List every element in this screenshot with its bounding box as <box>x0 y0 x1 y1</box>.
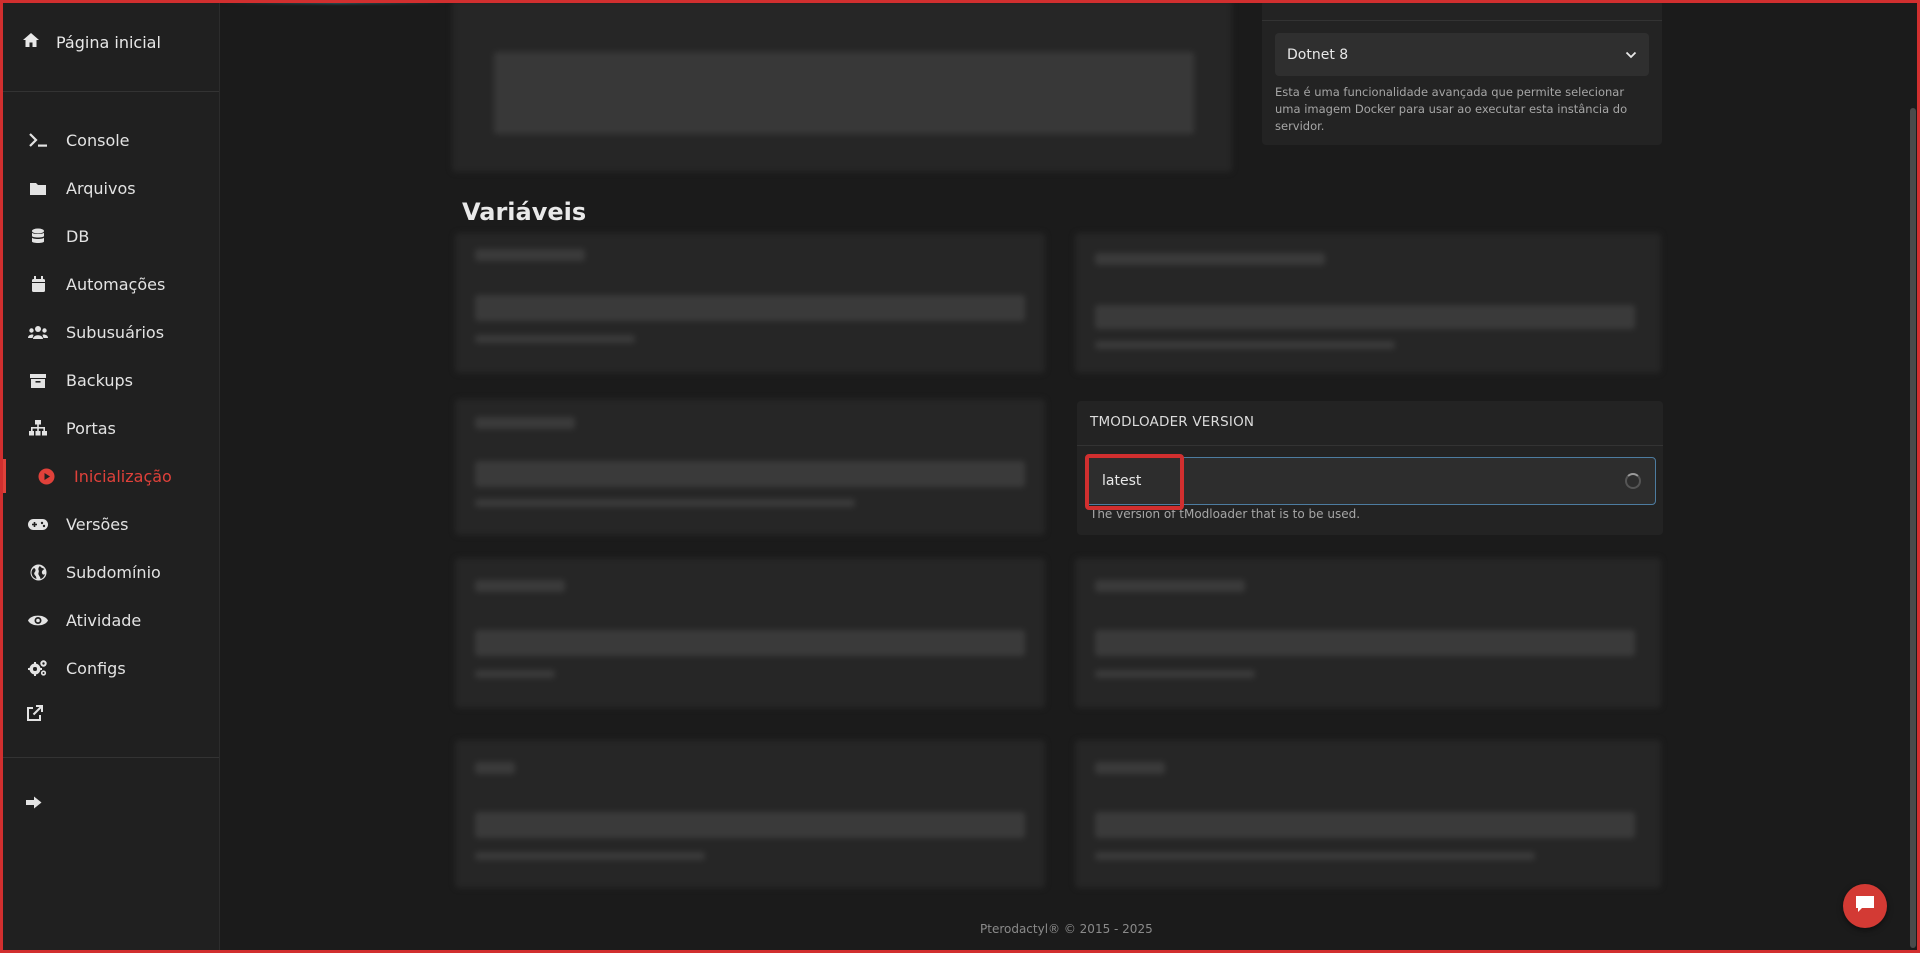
calendar-icon <box>28 274 48 294</box>
blurred-accent <box>222 0 452 4</box>
sidebar-item-backups[interactable]: Backups <box>3 363 219 397</box>
blurred-panel <box>455 558 1045 708</box>
sidebar-item-label: Backups <box>66 370 133 390</box>
sidebar-item-label: Configs <box>66 658 126 678</box>
external-link-icon[interactable] <box>24 703 44 723</box>
highlight-box <box>1085 454 1184 510</box>
sidebar-item-automacoes[interactable]: Automações <box>3 267 219 301</box>
users-icon <box>28 322 48 342</box>
sidebar-item-atividade[interactable]: Atividade <box>3 603 219 637</box>
blurred-panel <box>1075 740 1661 888</box>
globe-icon <box>28 562 48 582</box>
divider <box>1077 445 1663 446</box>
sidebar-item-db[interactable]: DB <box>3 219 219 253</box>
sidebar-item-subdominio[interactable]: Subdomínio <box>3 555 219 589</box>
terminal-icon <box>28 130 48 150</box>
docker-image-select[interactable]: Dotnet 8 <box>1275 33 1649 76</box>
variables-title: Variáveis <box>462 198 587 226</box>
divider <box>3 757 219 758</box>
sidebar-item-subusuarios[interactable]: Subusuários <box>3 315 219 349</box>
chat-button[interactable] <box>1843 884 1887 928</box>
blurred-panel <box>452 0 1232 172</box>
divider <box>3 91 219 92</box>
docker-image-card: Dotnet 8 Esta é uma funcionalidade avanç… <box>1262 0 1662 145</box>
sidebar-item-label: Página inicial <box>56 32 161 52</box>
docker-image-value: Dotnet 8 <box>1287 46 1349 63</box>
sidebar-item-label: Subdomínio <box>66 562 161 582</box>
play-circle-icon <box>36 466 56 486</box>
sidebar-item-label: Subusuários <box>66 322 165 342</box>
database-icon <box>28 226 48 246</box>
sidebar-item-portas[interactable]: Portas <box>3 411 219 445</box>
sidebar-item-label: Console <box>66 130 130 150</box>
sidebar-item-home[interactable]: Página inicial <box>22 30 161 54</box>
blurred-panel <box>455 399 1045 535</box>
docker-image-description: Esta é uma funcionalidade avançada que p… <box>1275 85 1628 133</box>
sidebar-item-versoes[interactable]: Versões <box>3 507 219 541</box>
sidebar: Página inicial Console Arquivos DB Autom… <box>0 0 220 953</box>
sidebar-item-label: DB <box>66 226 90 246</box>
sidebar-item-console[interactable]: Console <box>3 123 219 157</box>
blurred-panel <box>455 233 1045 373</box>
network-icon <box>28 418 48 438</box>
sign-out-icon[interactable] <box>24 792 44 812</box>
chevron-down-icon <box>1625 47 1637 63</box>
home-icon <box>22 32 40 52</box>
sidebar-item-label: Automações <box>66 274 166 294</box>
sidebar-item-label: Versões <box>66 514 129 534</box>
sidebar-item-label: Inicialização <box>74 466 172 486</box>
blurred-panel <box>1075 233 1661 373</box>
sidebar-item-label: Arquivos <box>66 178 136 198</box>
eye-icon <box>28 610 48 630</box>
scrollbar-thumb[interactable] <box>1910 108 1916 948</box>
divider <box>1262 20 1662 21</box>
variable-header: TMODLOADER VERSION <box>1090 414 1255 430</box>
sidebar-item-inicializacao[interactable]: Inicialização <box>3 459 219 493</box>
gamepad-icon <box>28 514 48 534</box>
archive-icon <box>28 370 48 390</box>
sidebar-item-arquivos[interactable]: Arquivos <box>3 171 219 205</box>
blurred-panel <box>1075 558 1661 708</box>
sidebar-item-configs[interactable]: Configs <box>3 651 219 685</box>
blurred-panel <box>455 740 1045 888</box>
chat-icon <box>1855 895 1875 917</box>
loading-spinner-icon <box>1625 473 1641 489</box>
folder-icon <box>28 178 48 198</box>
footer-copyright: Pterodactyl® © 2015 - 2025 <box>980 922 1153 936</box>
sidebar-item-label: Atividade <box>66 610 142 630</box>
sidebar-item-label: Portas <box>66 418 116 438</box>
gears-icon <box>28 658 48 678</box>
